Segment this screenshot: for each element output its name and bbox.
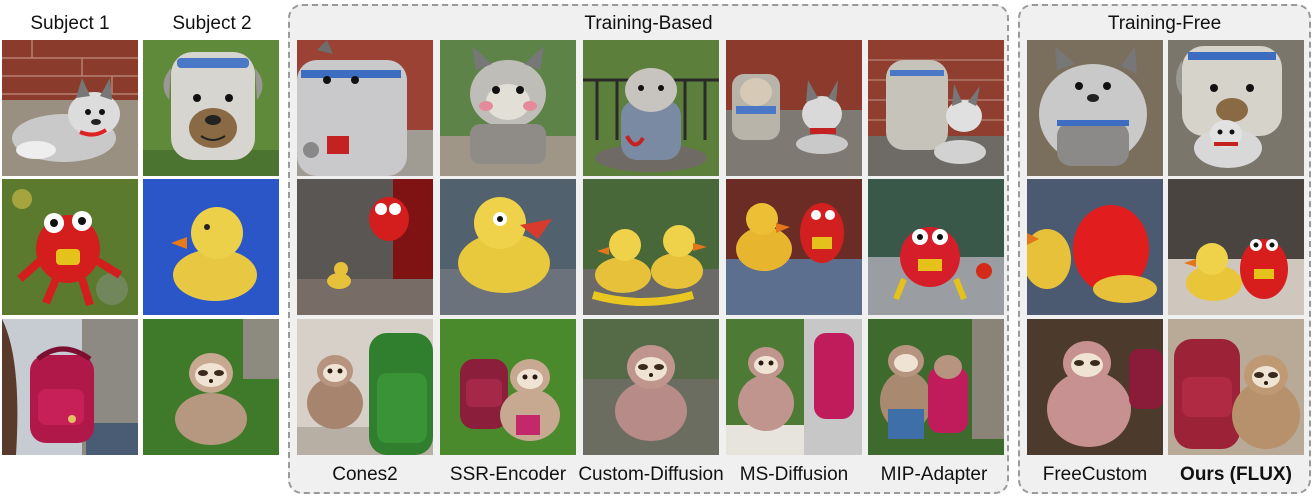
custom-diffusion-row2-image: [583, 179, 719, 315]
label-custom-diffusion: Custom-Diffusion: [578, 464, 724, 485]
ssr-encoder-row2-image: [440, 179, 576, 315]
subject2-sloth-plush-image: [143, 319, 279, 455]
subject2-dog-backpack-image: [143, 40, 279, 176]
mip-adapter-row2-image: [868, 179, 1004, 315]
cones2-row3-image: [297, 319, 433, 455]
label-ms-diffusion: MS-Diffusion: [739, 464, 849, 485]
label-freecustom: FreeCustom: [1042, 464, 1148, 485]
ssr-encoder-row1-image: [440, 40, 576, 176]
label-ours-flux: Ours (FLUX): [1180, 464, 1292, 485]
subject2-rubber-duck-image: [143, 179, 279, 315]
label-mip-adapter: MIP-Adapter: [880, 464, 988, 485]
ssr-encoder-row3-image: [440, 319, 576, 455]
label-cones2: Cones2: [332, 464, 398, 485]
header-training-based: Training-Based: [584, 13, 713, 34]
custom-diffusion-row3-image: [583, 319, 719, 455]
ours-flux-row1-image: [1168, 40, 1304, 176]
header-training-free: Training-Free: [1107, 13, 1222, 34]
cones2-row1-image: [297, 40, 433, 176]
freecustom-row3-image: [1027, 319, 1163, 455]
ours-flux-row3-image: [1168, 319, 1304, 455]
mip-adapter-row1-image: [868, 40, 1004, 176]
ours-flux-row2-image: [1168, 179, 1304, 315]
mip-adapter-row3-image: [868, 319, 1004, 455]
header-subject-2: Subject 2: [172, 13, 252, 34]
freecustom-row2-image: [1027, 179, 1163, 315]
header-subject-1: Subject 1: [30, 13, 110, 34]
custom-diffusion-row1-image: [583, 40, 719, 176]
subject1-husky-plush-image: [2, 40, 138, 176]
ms-diffusion-row3-image: [726, 319, 862, 455]
subject1-red-toy-image: [2, 179, 138, 315]
ms-diffusion-row1-image: [726, 40, 862, 176]
freecustom-row1-image: [1027, 40, 1163, 176]
cones2-row2-image: [297, 179, 433, 315]
subject1-pink-backpack-image: [2, 319, 138, 455]
ms-diffusion-row2-image: [726, 179, 862, 315]
label-ssr-encoder: SSR-Encoder: [449, 464, 567, 485]
